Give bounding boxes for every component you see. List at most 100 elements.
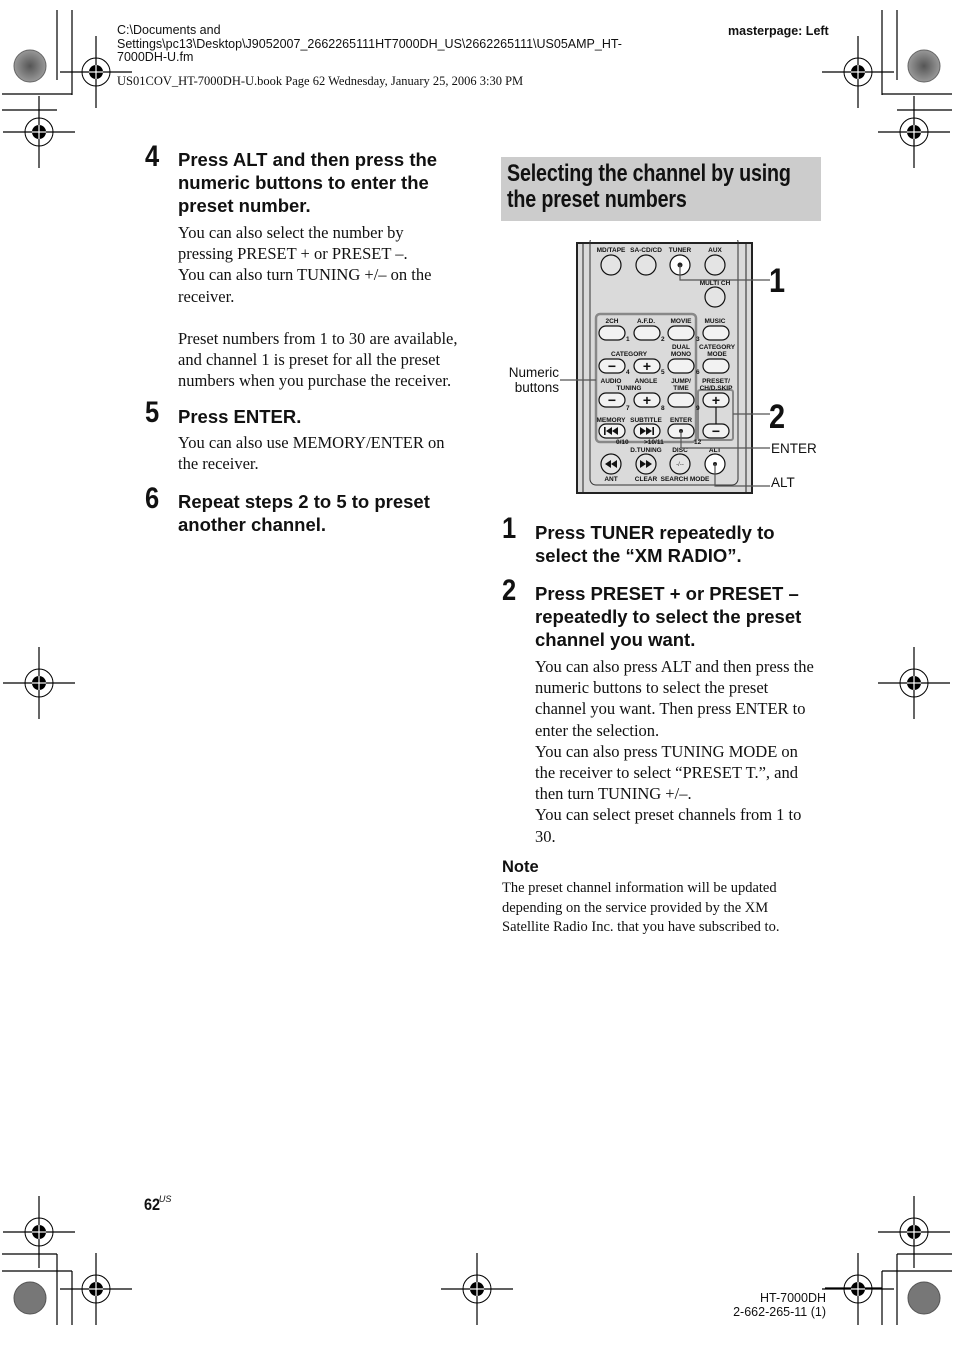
label-enter: ENTER [670,417,692,424]
callout-step-1: 1 [769,262,786,300]
label-angle: ANGLE [635,378,658,385]
num-1: 1 [626,336,630,343]
sa-cd-button[interactable] [635,254,657,276]
registration-mark-icon [2,95,76,169]
step-number-1: 1 [502,512,517,545]
num-0-10: 0/10 [616,439,629,446]
label-clear: CLEAR [635,476,658,483]
title-line: the preset numbers [507,185,687,213]
masterpage-label: masterpage: Left [728,24,829,38]
file-path: C:\Documents and Settings\pc13\Desktop\J… [117,23,687,65]
step-2-heading: Press PRESET + or PRESET – repeatedly to… [535,582,801,651]
aux-button[interactable] [704,254,726,276]
registration-mark-icon [877,95,951,169]
step-2-body: You can also press ALT and then press th… [535,656,835,847]
heading-line: select the “XM RADIO”. [535,545,742,566]
step-number-5: 5 [145,396,160,429]
step-5-heading: Press ENTER. [178,406,302,427]
heading-line: repeatedly to select the preset [535,606,802,627]
color-target-icon [13,1281,47,1315]
note-title: Note [502,858,539,876]
title-line: Selecting the channel by using [507,160,791,187]
registration-mark-icon [821,1252,895,1326]
registration-mark-icon [877,646,951,720]
note-body: The preset channel information will be u… [502,879,832,938]
body-line: You can also press ALT and then press th… [535,657,814,676]
label-ch-skip: CH/D.SKIP [700,385,734,392]
book-info: US01COV_HT-7000DH-U.book Page 62 Wednesd… [117,74,524,88]
label-multi-ch: MULTI CH [700,280,731,287]
2ch-button[interactable] [598,325,626,341]
step-4-body: You can also select the number by pressi… [178,222,478,391]
body-line: enter the selection. [535,720,660,740]
label-mono: MONO [671,351,691,358]
body-line: 30. [535,826,556,846]
plus-icon: + [643,392,651,408]
color-target-icon [907,1281,941,1315]
num-12: 12 [694,439,702,446]
note-line: Satellite Radio Inc. that you have subsc… [502,919,780,935]
label-memory: MEMORY [596,417,626,424]
heading-line: channel you want. [535,629,696,650]
body-line: receiver. [178,286,235,306]
file-path-line: 7000DH-U.fm [117,50,194,64]
label-search-mode: SEARCH MODE [661,476,710,483]
num-5: 5 [661,369,665,376]
body-line: You can also use MEMORY/ENTER on [178,433,445,452]
body-line: pressing PRESET + or PRESET –. [178,244,408,264]
note-line: The preset channel information will be u… [502,880,777,896]
num-6: 6 [696,369,700,376]
heading-line: Press TUNER repeatedly to [535,522,775,543]
body-line: numbers when you purchase the receiver. [178,371,452,391]
label-category-mode: CATEGORY [699,344,736,351]
body-line: You can select preset channels from 1 to [535,805,802,825]
num-2: 2 [661,336,665,343]
label-jump: JUMP/ [671,378,691,385]
body-line: You can also press TUNING MODE on [535,741,798,761]
registration-mark-icon [821,35,895,109]
model-number: HT-7000DH [760,1291,826,1305]
body-line: Preset numbers from 1 to 30 are availabl… [178,328,458,348]
body-line: and channel 1 is preset for all the pres… [178,350,441,370]
label-afd: A.F.D. [637,318,655,325]
registration-mark-icon [877,1195,951,1269]
page-number-value: 62 [144,1195,161,1214]
label-mode: MODE [707,351,727,358]
label-aux: AUX [708,247,722,254]
label-subtitle: SUBTITLE [630,417,662,424]
multi-ch-button[interactable] [704,286,726,308]
dual-mono-button[interactable] [667,358,695,374]
num-3: 3 [696,336,700,343]
label-music: MUSIC [705,318,726,325]
label-tuning: TUNING [617,385,642,392]
category-mode-button[interactable] [702,358,730,374]
minus-icon: − [608,358,616,374]
body-line: then turn TUNING +/–. [535,784,692,804]
heading-line: another channel. [178,514,327,535]
registration-mark-icon [2,646,76,720]
heading-line: Repeat steps 2 to 5 to preset [178,491,430,512]
plus-icon: + [712,392,720,408]
label-movie: MOVIE [671,318,693,325]
step-number-4: 4 [145,140,160,173]
num-9: 9 [696,405,700,412]
step-4-heading: Press ALT and then press the numeric but… [178,148,437,217]
label-sa-cd: SA-CD/CD [630,247,662,254]
callout-line: Numeric [508,365,559,380]
body-line: You can also select the number by [178,223,404,242]
label-md-tape: MD/TAPE [597,247,626,254]
note-line: depending on the service provided by the… [502,899,769,916]
movie-button[interactable] [667,325,695,341]
body-line: the receiver. [178,454,259,474]
alt-callout: ALT [771,475,795,490]
label-audio: AUDIO [601,378,622,385]
jump-time-button[interactable] [667,392,695,408]
music-button[interactable] [702,325,730,341]
md-tape-button[interactable] [600,254,622,276]
body-line: the receiver to select “PRESET T.”, and [535,763,798,783]
plus-icon: + [643,358,651,374]
afd-button[interactable] [633,325,661,341]
label-dual: DUAL [672,344,690,351]
label-time: TIME [673,385,689,392]
label-ant: ANT [604,476,617,483]
